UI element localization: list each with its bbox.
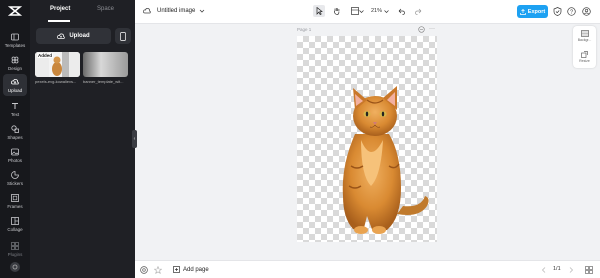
undo-button[interactable] [395,5,407,17]
rail-item-plugins[interactable]: Plugins [0,238,30,260]
text-icon [12,102,18,109]
shapes-icon [11,124,19,133]
page-label: Page 1 [297,27,312,32]
photos-icon [11,148,19,155]
canvas-size-icon [350,7,359,15]
help-icon[interactable]: ? [567,7,576,16]
cloud-sync-icon [143,8,151,14]
select-tool[interactable] [313,5,325,17]
add-page-button[interactable]: Add page [173,266,209,273]
asset-name: banner_template_wit... [83,79,124,84]
shield-icon[interactable] [553,7,562,16]
left-rail: Templates Design Upload Text Shapes Phot… [0,0,30,278]
more-options-icon[interactable]: ··· [429,26,435,33]
account-icon[interactable] [582,7,591,16]
rail-item-text[interactable]: Text [0,98,30,120]
mention-icon[interactable] [140,266,148,274]
collage-icon [11,216,19,225]
resize-icon [581,51,588,58]
redo-button[interactable] [413,5,425,17]
hand-tool[interactable] [331,5,343,17]
cat-image[interactable] [297,36,437,242]
assets-panel: Project Space Upload Added pexels-evg-ko… [30,0,135,278]
page-actions: ··· [418,26,435,33]
document-title[interactable]: Untitled image [143,7,211,14]
undo-icon [398,8,405,15]
cloud-upload-icon [57,33,66,39]
rail-item-stickers[interactable]: Stickers [0,167,30,189]
design-icon [11,56,19,63]
zoom-control[interactable]: 21% [371,8,389,14]
right-property-panel: Backgr... Resize [573,26,596,68]
upload-from-phone-button[interactable] [115,28,131,44]
frames-icon [11,193,19,202]
grid-view-icon[interactable] [585,266,593,274]
export-icon [519,8,526,15]
rail-item-upload[interactable]: Upload [3,74,27,96]
added-badge: Added [37,53,53,58]
redo-icon [415,8,422,15]
duplicate-page-icon[interactable] [418,26,425,33]
svg-text:?: ? [570,9,573,15]
tab-space[interactable]: Space [97,6,114,12]
asset-name: pexels-evg-kowalievs... [35,79,77,84]
export-button[interactable]: Export [517,5,548,18]
user-icon [12,264,18,270]
phone-icon [120,31,126,41]
pointer-icon [316,7,323,15]
rail-item-shapes[interactable]: Shapes [0,121,30,143]
star-icon[interactable] [154,266,162,274]
panel-tabs: Project Space [30,0,135,22]
page-count: 1/1 [553,266,561,272]
rail-item-photos[interactable]: Photos [0,144,30,166]
rail-item-collage[interactable]: Collage [0,213,30,235]
templates-icon [11,33,19,40]
rail-item-frames[interactable]: Frames [0,190,30,212]
capcut-logo-icon[interactable] [7,5,23,17]
bottom-bar: Add page 1/1 [135,260,600,278]
canvas-artboard[interactable] [297,36,437,242]
background-button[interactable]: Backgr... [573,26,596,46]
previous-page-icon[interactable] [540,266,548,274]
chevron-down-icon [200,9,205,13]
stickers-icon [11,170,19,179]
hand-icon [333,8,340,15]
collapse-panel-handle[interactable]: ‹ [132,130,137,148]
next-page-icon[interactable] [567,266,575,274]
add-page-icon [173,266,180,273]
resize-canvas-tool[interactable] [349,5,365,17]
chevron-down-icon [358,9,364,13]
rail-item-templates[interactable]: Templates [0,29,30,51]
tab-project[interactable]: Project [50,6,70,12]
asset-thumbnail-cat[interactable]: Added [35,52,80,77]
plugins-icon [11,241,19,250]
avatar[interactable] [10,262,20,272]
rail-item-design[interactable]: Design [0,52,30,74]
resize-button[interactable]: Resize [573,47,596,67]
canvas-tools: 21% [313,5,425,17]
top-bar: Untitled image 21% Export ? [135,0,600,24]
active-tab-indicator [48,20,70,22]
chevron-down-icon [384,9,389,13]
asset-thumbnail-banner[interactable] [83,52,128,77]
background-icon [580,30,589,37]
upload-icon [11,78,19,84]
upload-button[interactable]: Upload [36,28,111,44]
